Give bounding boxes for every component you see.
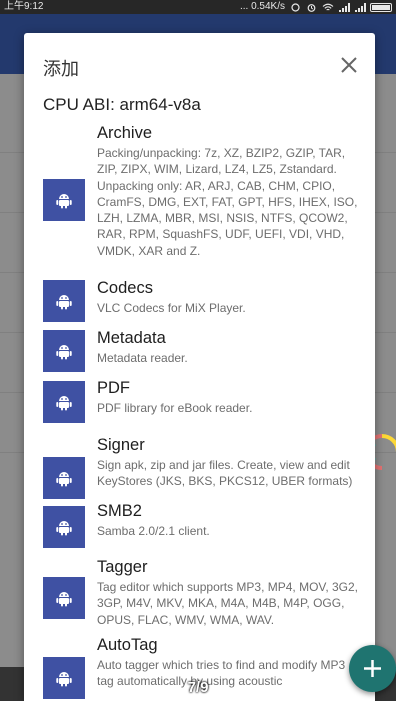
- plugin-item-text: Signer Sign apk, zip and jar files. Creat…: [97, 435, 359, 490]
- plugin-item-text: Codecs VLC Codecs for MiX Player.: [97, 278, 359, 316]
- plugin-description: Tag editor which supports MP3, MP4, MOV,…: [97, 580, 359, 627]
- plugin-item-text: Tagger Tag editor which supports MP3, MP4…: [97, 557, 359, 628]
- android-icon: [43, 381, 85, 423]
- plugin-item-codecs[interactable]: Codecs VLC Codecs for MiX Player.: [24, 278, 375, 328]
- plugin-item-smb2[interactable]: SMB2 Samba 2.0/2.1 client.: [24, 501, 375, 557]
- signal-icon-2: [354, 2, 366, 12]
- status-icons: ... 0.54K/s: [240, 0, 392, 14]
- plugin-item-signer[interactable]: Signer Sign apk, zip and jar files. Creat…: [24, 435, 375, 501]
- plugin-name: AutoTag: [97, 636, 158, 654]
- plugin-name: Metadata: [97, 329, 166, 347]
- plugin-description: Metadata reader.: [97, 351, 188, 365]
- plugin-description: Sign apk, zip and jar files. Create, vie…: [97, 458, 353, 489]
- status-bar: 上午9:12 ... 0.54K/s: [0, 0, 396, 14]
- plugin-item-text: Archive Packing/unpacking: 7z, XZ, BZIP2,…: [97, 123, 359, 259]
- plugin-name: PDF: [97, 379, 130, 397]
- plugin-name: Signer: [97, 436, 145, 454]
- add-fab-button[interactable]: [349, 645, 396, 692]
- sync-icon: [290, 2, 301, 12]
- plugin-list: Archive Packing/unpacking: 7z, XZ, BZIP2,…: [24, 123, 375, 699]
- close-icon[interactable]: [339, 55, 359, 75]
- battery-icon: [370, 2, 392, 12]
- add-plugin-dialog: 添加 CPU ABI: arm64-v8a Archive Packing/unp…: [24, 33, 375, 701]
- plugin-item-tagger[interactable]: Tagger Tag editor which supports MP3, MP4…: [24, 557, 375, 635]
- plugin-name: SMB2: [97, 502, 142, 520]
- plugin-item-text: Metadata Metadata reader.: [97, 328, 359, 366]
- plugin-item-archive[interactable]: Archive Packing/unpacking: 7z, XZ, BZIP2,…: [24, 123, 375, 278]
- status-time: 上午9:12: [4, 1, 44, 12]
- cpu-abi-label: CPU ABI: arm64-v8a: [43, 95, 201, 114]
- plugin-item-pdf[interactable]: PDF PDF library for eBook reader.: [24, 378, 375, 435]
- plugin-description: Samba 2.0/2.1 client.: [97, 524, 210, 538]
- plugin-description: Packing/unpacking: 7z, XZ, BZIP2, GZIP, …: [97, 146, 358, 258]
- plugin-description: VLC Codecs for MiX Player.: [97, 301, 246, 315]
- plus-icon: [364, 660, 381, 677]
- dialog-title: 添加: [43, 59, 79, 79]
- android-icon: [43, 280, 85, 322]
- plugin-item-metadata[interactable]: Metadata Metadata reader.: [24, 328, 375, 378]
- plugin-item-text: PDF PDF library for eBook reader.: [97, 378, 359, 416]
- android-icon: [43, 457, 85, 499]
- plugin-item-text: SMB2 Samba 2.0/2.1 client.: [97, 501, 359, 539]
- plugin-name: Tagger: [97, 558, 148, 576]
- android-icon: [43, 506, 85, 548]
- signal-icon: [338, 2, 350, 12]
- plugin-name: Archive: [97, 124, 153, 142]
- network-speed: ... 0.54K/s: [239, 1, 285, 12]
- android-icon: [43, 330, 85, 372]
- page-indicator: 7/9: [187, 679, 209, 696]
- plugin-description: PDF library for eBook reader.: [97, 401, 253, 415]
- wifi-icon: [322, 3, 334, 12]
- alarm-icon: [306, 3, 317, 12]
- plugin-name: Codecs: [97, 279, 153, 297]
- android-icon: [43, 179, 85, 221]
- android-icon: [43, 577, 85, 619]
